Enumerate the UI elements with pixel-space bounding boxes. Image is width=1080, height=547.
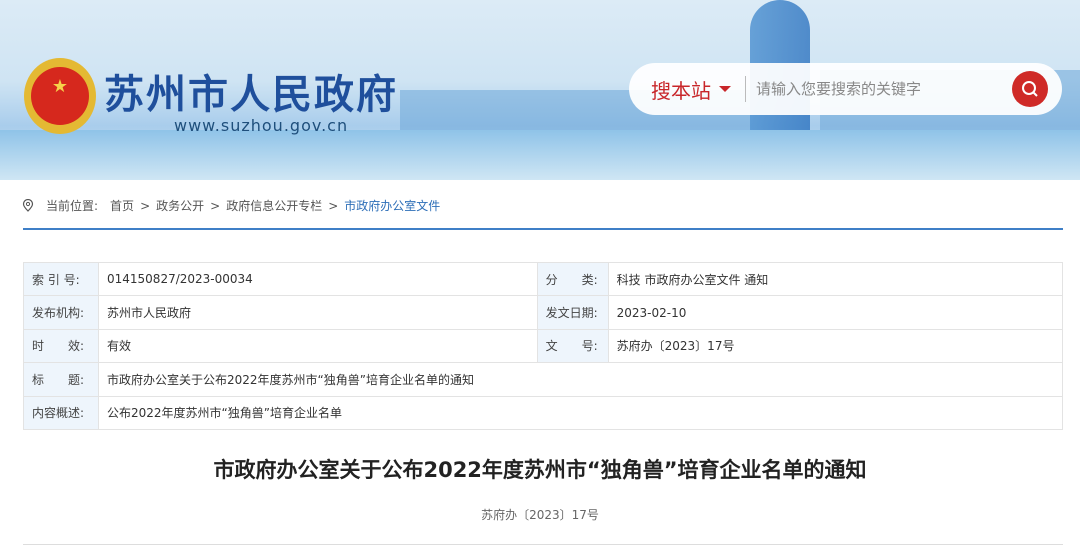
- divider: [23, 228, 1063, 230]
- national-emblem-icon: ★: [24, 58, 96, 134]
- caret-down-icon: [719, 86, 731, 92]
- breadcrumb-label: 当前位置:: [46, 199, 99, 213]
- table-row: 标 题: 市政府办公室关于公布2022年度苏州市“独角兽”培育企业名单的通知: [23, 362, 1063, 397]
- breadcrumb-separator: >: [210, 198, 221, 213]
- search-scope-dropdown[interactable]: 搜本站: [651, 75, 731, 104]
- site-url: www.suzhou.gov.cn: [174, 116, 349, 135]
- table-row: 发布机构: 苏州市人民政府 发文日期: 2023-02-10: [23, 295, 1064, 330]
- docno-label: 文 号:: [536, 328, 609, 364]
- index-label: 索 引 号:: [23, 261, 99, 297]
- document-meta-table: 索 引 号: 014150827/2023-00034 分 类: 科技 市政府办…: [23, 261, 1064, 430]
- summary-label: 内容概述:: [23, 395, 99, 430]
- search-icon: [1022, 81, 1038, 97]
- breadcrumb-gov-affairs[interactable]: 政务公开: [156, 197, 204, 214]
- table-row: 时 效: 有效 文 号: 苏府办〔2023〕17号: [23, 328, 1064, 364]
- table-row: 内容概述: 公布2022年度苏州市“独角兽”培育企业名单: [23, 395, 1063, 430]
- search-bar: 搜本站: [629, 63, 1062, 115]
- search-input[interactable]: [756, 80, 1006, 98]
- validity-value: 有效: [98, 328, 538, 364]
- breadcrumb: 当前位置: 首页 > 政务公开 > 政府信息公开专栏 > 市政府办公室文件: [22, 197, 440, 214]
- site-title[interactable]: 苏州市人民政府: [104, 62, 398, 120]
- index-value: 014150827/2023-00034: [98, 261, 538, 297]
- location-pin-icon: [22, 199, 34, 212]
- search-scope-label: 搜本站: [651, 78, 711, 103]
- breadcrumb-info-column[interactable]: 政府信息公开专栏: [226, 197, 322, 214]
- breadcrumb-separator: >: [328, 198, 339, 213]
- divider: [23, 544, 1063, 545]
- breadcrumb-home[interactable]: 首页: [110, 197, 134, 214]
- docno-value: 苏府办〔2023〕17号: [607, 328, 1064, 364]
- article-title: 市政府办公室关于公布2022年度苏州市“独角兽”培育企业名单的通知: [213, 458, 867, 482]
- category-value: 科技 市政府办公室文件 通知: [607, 261, 1064, 297]
- site-header: ★ 苏州市人民政府 www.suzhou.gov.cn 搜本站: [0, 0, 1080, 180]
- breadcrumb-current[interactable]: 市政府办公室文件: [344, 197, 440, 214]
- title-value: 市政府办公室关于公布2022年度苏州市“独角兽”培育企业名单的通知: [98, 362, 1063, 397]
- table-row: 索 引 号: 014150827/2023-00034 分 类: 科技 市政府办…: [23, 261, 1064, 297]
- validity-label: 时 效:: [23, 328, 99, 364]
- article-doc-number: 苏府办〔2023〕17号: [481, 508, 599, 522]
- title-label: 标 题:: [23, 362, 99, 397]
- search-button[interactable]: [1012, 71, 1048, 107]
- category-label: 分 类:: [536, 261, 609, 297]
- date-label: 发文日期:: [536, 295, 609, 330]
- publisher-label: 发布机构:: [23, 295, 99, 330]
- date-value: 2023-02-10: [607, 295, 1064, 330]
- publisher-value: 苏州市人民政府: [98, 295, 538, 330]
- summary-value: 公布2022年度苏州市“独角兽”培育企业名单: [98, 395, 1063, 430]
- breadcrumb-separator: >: [140, 198, 151, 213]
